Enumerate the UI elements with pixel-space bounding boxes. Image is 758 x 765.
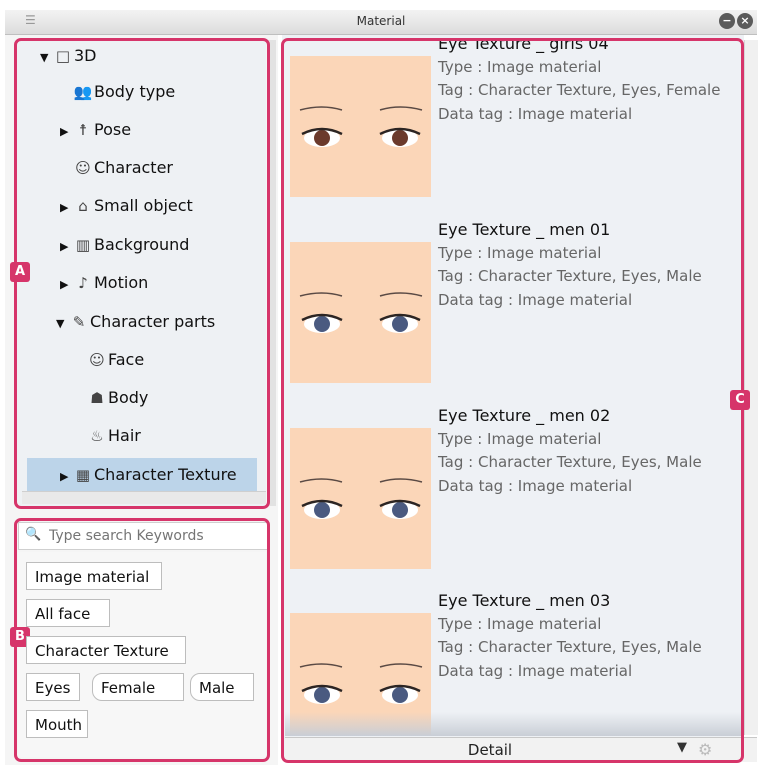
tag-button[interactable]: Mouth (26, 710, 88, 738)
callout-a-badge: A (10, 262, 30, 282)
tag-button[interactable]: Eyes (26, 673, 80, 701)
tag-button[interactable]: All face (26, 599, 110, 627)
callout-c-badge: C (730, 390, 750, 410)
list-scrollbar[interactable] (744, 40, 758, 735)
window-title: Material (356, 14, 406, 28)
title-bar[interactable]: ☰ Material − × (5, 10, 757, 35)
tag-button[interactable]: Image material (26, 562, 162, 590)
close-icon[interactable]: × (737, 13, 753, 29)
minimize-icon[interactable]: − (719, 13, 735, 29)
tag-button[interactable]: Male (190, 673, 254, 701)
tag-button[interactable]: Character Texture (26, 636, 186, 664)
callout-a-frame (14, 38, 270, 509)
tag-button[interactable]: Female (92, 673, 184, 701)
callout-c-frame (281, 38, 744, 763)
